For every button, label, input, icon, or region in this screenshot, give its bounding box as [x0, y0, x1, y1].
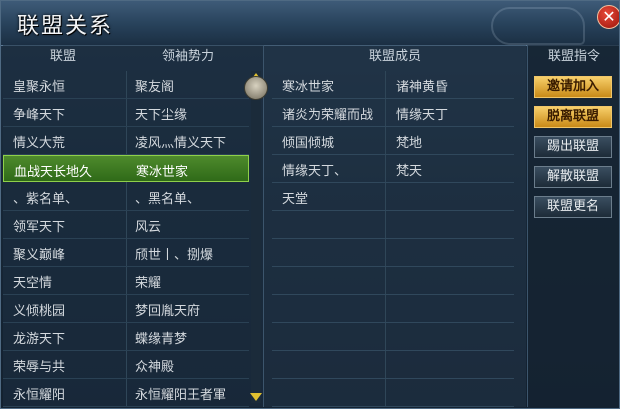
- alliance-row[interactable]: 荣辱与共 众神殿: [3, 351, 249, 379]
- alliance-row[interactable]: 皇聚永恒 聚友阁: [3, 71, 249, 99]
- leader-force-name: 风云: [135, 220, 162, 235]
- commands-panel: 联盟指令 邀请加入脱离联盟踢出联盟解散联盟联盟更名: [527, 45, 619, 407]
- member-row: [272, 379, 514, 407]
- alliance-name: 永恒耀阳: [13, 388, 66, 403]
- members-panel: 联盟成员 寒冰世家 诸神黄昏诸炎为荣耀而战 情缘天丁倾国倾城 梵地情缘天丁、 梵天天堂: [244, 45, 526, 407]
- invite-button[interactable]: 邀请加入: [534, 76, 612, 98]
- leader-force-name: 聚友阁: [135, 80, 175, 95]
- member-row: [272, 239, 514, 267]
- leader-force-name: 颀世丨、捌爆: [135, 248, 214, 263]
- alliance-scrollbar[interactable]: [250, 71, 262, 403]
- member-row: 寒冰世家 诸神黄昏: [272, 71, 514, 99]
- leader-force-name: 凌风灬情义天下: [135, 136, 227, 151]
- header-leader-force: 领袖势力: [161, 49, 214, 64]
- alliance-row[interactable]: 、紫名单、 、黑名单、: [3, 183, 249, 211]
- alliance-list-panel: 联盟 领袖势力 皇聚永恒 聚友阁争峰天下 天下尘缘情义大荒 凌风灬情义天下血战天长地久…: [3, 45, 263, 407]
- disband-button[interactable]: 解散联盟: [534, 166, 612, 188]
- alliance-row[interactable]: 天空情 荣耀: [3, 267, 249, 295]
- kick-button[interactable]: 踢出联盟: [534, 136, 612, 158]
- alliance-row[interactable]: 永恒耀阳 永恒耀阳王者軍: [3, 379, 249, 407]
- alliance-name: 血战天长地久: [14, 165, 93, 180]
- leader-force-name: 永恒耀阳王者軍: [135, 388, 227, 403]
- member-row: 倾国倾城 梵地: [272, 127, 514, 155]
- header-alliance: 联盟: [49, 49, 76, 64]
- leader-force-name: 、黑名单、: [135, 192, 201, 207]
- leader-force-name: 梦回胤天府: [135, 304, 201, 319]
- alliance-name: 天空情: [13, 276, 53, 291]
- leave-alliance-button[interactable]: 脱离联盟: [534, 106, 612, 128]
- scroll-down-icon[interactable]: [250, 393, 262, 401]
- leader-force-name: 荣耀: [135, 276, 162, 291]
- cloud-ornament: [491, 7, 585, 45]
- member-name: 寒冰世家: [282, 80, 335, 95]
- alliance-name: 争峰天下: [13, 108, 66, 123]
- title-bar: 联盟关系 ✕: [1, 1, 619, 46]
- alliance-row[interactable]: 龙游天下 蝶缘青梦: [3, 323, 249, 351]
- alliance-name: 聚义巅峰: [13, 248, 66, 263]
- alliance-name: 、紫名单、: [13, 192, 79, 207]
- member-name: 诸炎为荣耀而战: [282, 108, 374, 123]
- alliance-name: 义倾桃园: [13, 304, 66, 319]
- alliance-name: 荣辱与共: [13, 360, 66, 375]
- member-row: 天堂: [272, 183, 514, 211]
- alliance-row[interactable]: 情义大荒 凌风灬情义天下: [3, 127, 249, 155]
- member-name: 情缘天丁: [396, 108, 449, 123]
- skull-icon: [244, 76, 268, 100]
- member-row: [272, 323, 514, 351]
- alliance-row[interactable]: 义倾桃园 梦回胤天府: [3, 295, 249, 323]
- member-row: 情缘天丁、 梵天: [272, 155, 514, 183]
- alliance-row[interactable]: 领军天下 风云: [3, 211, 249, 239]
- alliance-name: 领军天下: [13, 220, 66, 235]
- member-name: 情缘天丁、: [282, 164, 348, 179]
- alliance-name: 情义大荒: [13, 136, 66, 151]
- header-commands: 联盟指令: [547, 49, 600, 64]
- alliance-name: 龙游天下: [13, 332, 66, 347]
- leader-force-name: 寒冰世家: [136, 165, 189, 180]
- member-row: 诸炎为荣耀而战 情缘天丁: [272, 99, 514, 127]
- close-icon[interactable]: ✕: [597, 5, 619, 29]
- alliance-row[interactable]: 争峰天下 天下尘缘: [3, 99, 249, 127]
- member-name: 梵天: [396, 164, 423, 179]
- alliance-name: 皇聚永恒: [13, 80, 66, 95]
- alliance-window: 联盟关系 ✕ 联盟 领袖势力 皇聚永恒 聚友阁争峰天下 天下尘缘情义大荒 凌风灬情义天…: [0, 0, 620, 409]
- leader-force-name: 蝶缘青梦: [135, 332, 188, 347]
- alliance-row[interactable]: 聚义巅峰 颀世丨、捌爆: [3, 239, 249, 267]
- member-name: 天堂: [282, 192, 309, 207]
- member-row: [272, 351, 514, 379]
- rename-button[interactable]: 联盟更名: [534, 196, 612, 218]
- header-members: 联盟成员: [368, 49, 421, 64]
- member-name: 诸神黄昏: [396, 80, 449, 95]
- member-row: [272, 295, 514, 323]
- member-row: [272, 211, 514, 239]
- member-row: [272, 267, 514, 295]
- window-title: 联盟关系: [17, 14, 114, 39]
- member-name: 倾国倾城: [282, 136, 335, 151]
- alliance-row[interactable]: 血战天长地久 寒冰世家: [3, 155, 249, 182]
- leader-force-name: 天下尘缘: [135, 108, 188, 123]
- leader-force-name: 众神殿: [135, 360, 175, 375]
- member-name: 梵地: [396, 136, 423, 151]
